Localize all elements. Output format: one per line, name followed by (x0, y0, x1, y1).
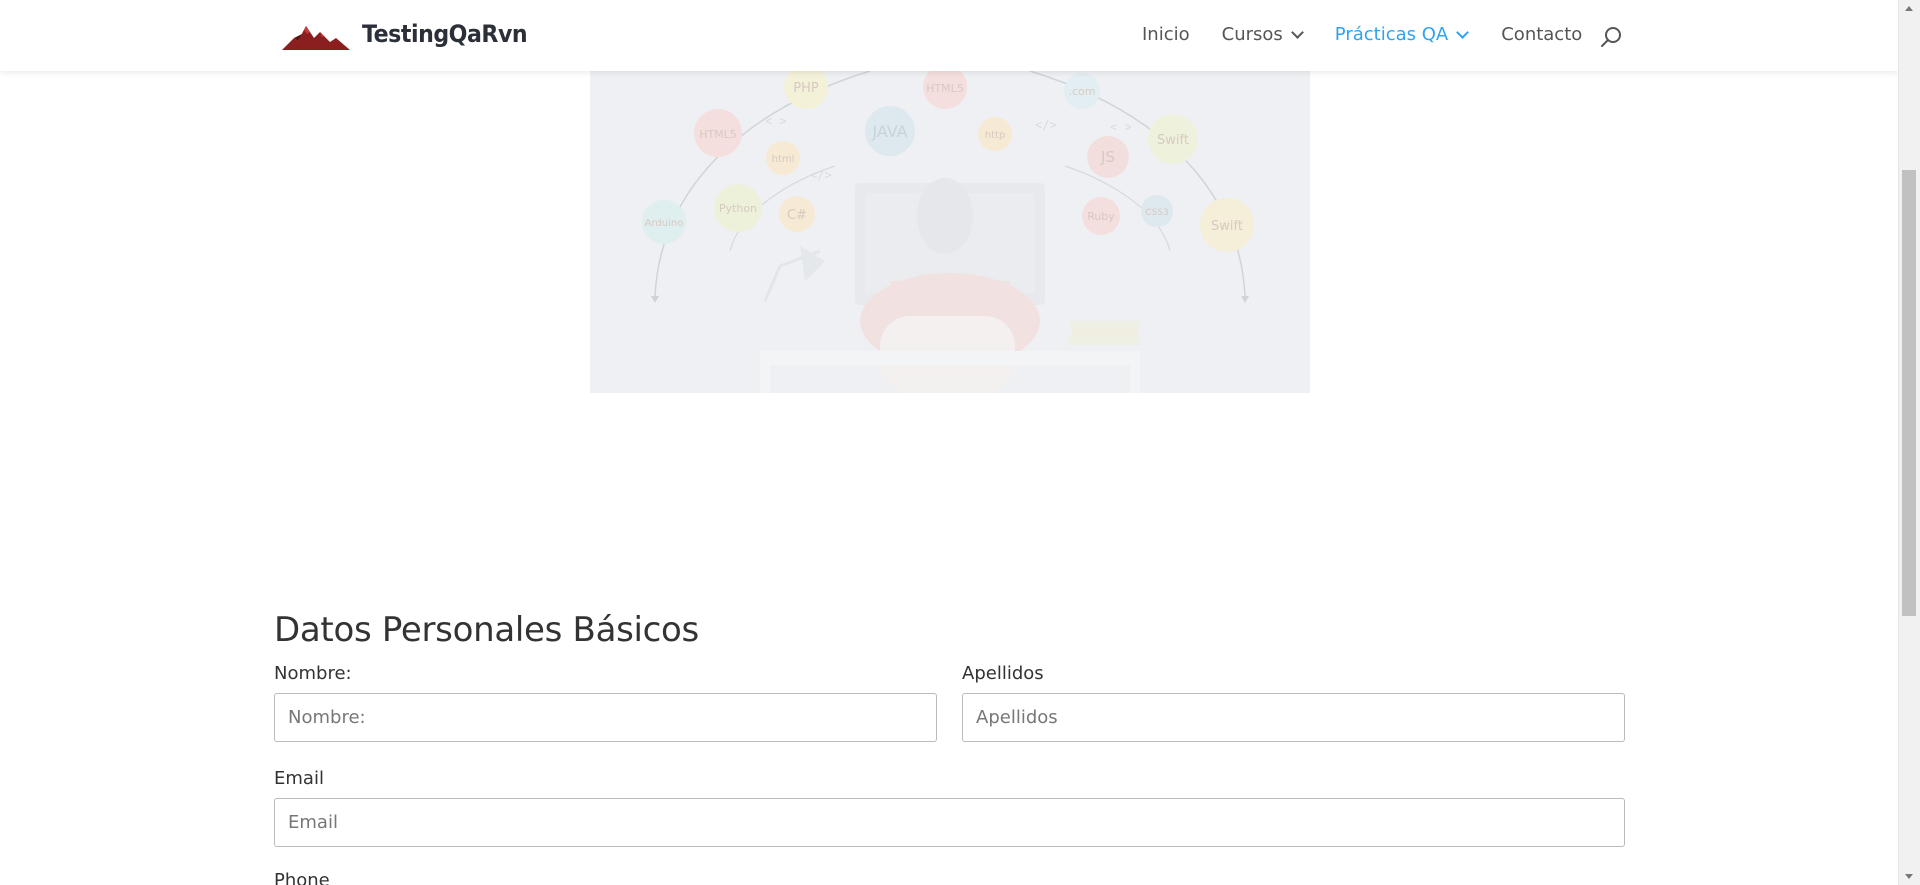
nav-item-inicio[interactable]: Inicio (1142, 24, 1190, 45)
bubble-css3: CSS3 (1141, 195, 1173, 227)
apellidos-label: Apellidos (962, 663, 1044, 684)
bubble-swift: Swift (1148, 114, 1198, 164)
svg-text:html: html (772, 154, 795, 165)
bubble-swift-right: Swift (1200, 198, 1254, 252)
phone-label: Phone (274, 870, 330, 885)
svg-text:</>: </> (1035, 118, 1057, 132)
svg-text:http: http (985, 130, 1006, 141)
scroll-up-arrow-icon[interactable] (1905, 6, 1913, 11)
nombre-input[interactable] (274, 693, 937, 742)
bubble-csharp: C# (779, 196, 815, 232)
svg-text:C#: C# (787, 208, 807, 223)
svg-text:< >: < > (765, 114, 787, 128)
email-field[interactable] (274, 798, 1625, 847)
nav-item-contacto[interactable]: Contacto (1501, 24, 1582, 45)
svg-text:JS: JS (1100, 148, 1115, 166)
svg-text:Ruby: Ruby (1087, 210, 1115, 223)
svg-text:HTML5: HTML5 (699, 128, 737, 141)
chevron-down-icon (1290, 25, 1304, 39)
bubble-com: .com (1064, 73, 1100, 109)
vertical-scrollbar[interactable] (1898, 0, 1920, 885)
bubble-arduino: Arduino (642, 200, 686, 244)
site-logo[interactable]: TestingQaRvn (280, 16, 542, 52)
bubble-python: Python (714, 184, 762, 232)
developer-illustration: PHP HTML5 .com HTML5 JAVA http Swift htm… (642, 71, 1254, 393)
main-nav: Inicio Cursos Prácticas QA Contacto (1142, 24, 1582, 45)
bubble-java: JAVA (865, 106, 915, 156)
svg-text:</>: </> (810, 168, 832, 182)
email-label: Email (274, 768, 324, 789)
bubble-ruby: Ruby (1082, 197, 1120, 235)
search-icon[interactable] (1600, 26, 1622, 48)
svg-text:Python: Python (719, 202, 757, 215)
section-title: Datos Personales Básicos (274, 610, 699, 650)
apellidos-input[interactable] (962, 693, 1625, 742)
bubble-html5-left: HTML5 (694, 109, 742, 157)
nav-item-label: Prácticas QA (1334, 24, 1449, 45)
nav-item-label: Contacto (1501, 24, 1583, 45)
mountain-logo-icon (282, 26, 350, 50)
nav-item-practicas-qa[interactable]: Prácticas QA (1334, 24, 1470, 45)
svg-text:Swift: Swift (1211, 219, 1243, 234)
svg-text:< >: < > (1110, 120, 1132, 134)
svg-text:HTML5: HTML5 (926, 82, 964, 95)
logo-text: TestingQaRvn (362, 20, 528, 48)
svg-text:CSS3: CSS3 (1145, 208, 1168, 218)
svg-text:Swift: Swift (1157, 133, 1189, 148)
site-header: TestingQaRvn Inicio Cursos Prácticas QA … (0, 0, 1899, 71)
svg-text:PHP: PHP (793, 81, 819, 96)
nombre-label: Nombre: (274, 663, 352, 684)
page: TestingQaRvn Inicio Cursos Prácticas QA … (0, 0, 1920, 885)
svg-text:Arduino: Arduino (645, 218, 684, 229)
bubble-http: http (978, 117, 1012, 151)
hero-illustration: PHP HTML5 .com HTML5 JAVA http Swift htm… (590, 71, 1310, 393)
scroll-thumb[interactable] (1902, 170, 1916, 616)
scroll-down-arrow-icon[interactable] (1905, 874, 1913, 879)
svg-text:.com: .com (1069, 85, 1096, 98)
nav-item-cursos[interactable]: Cursos (1221, 24, 1304, 45)
nav-item-label: Inicio (1142, 24, 1190, 45)
bubble-html5: HTML5 (923, 71, 967, 109)
chevron-down-icon (1456, 25, 1470, 39)
svg-text:JAVA: JAVA (871, 122, 907, 141)
bubble-html: html (766, 141, 800, 175)
nav-item-label: Cursos (1221, 24, 1283, 45)
bubble-js: JS (1087, 136, 1129, 178)
